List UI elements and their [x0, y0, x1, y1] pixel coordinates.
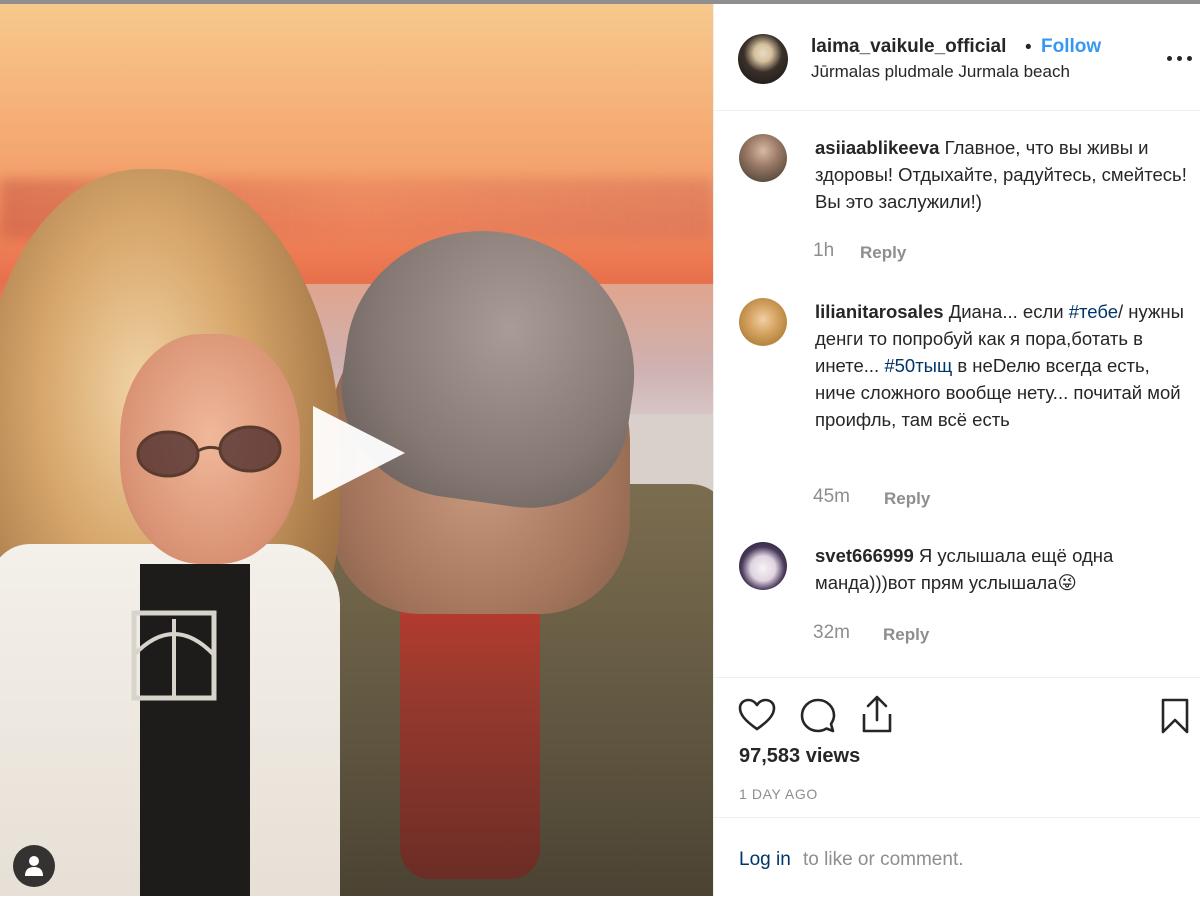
reply-button[interactable]: Reply — [860, 243, 906, 263]
comment-time: 45m — [813, 486, 850, 507]
comment-bubble-icon[interactable] — [800, 698, 836, 734]
follow-button[interactable]: Follow — [1041, 36, 1101, 58]
commenter-username[interactable]: asiiaablikeeva — [815, 137, 939, 158]
person-icon[interactable] — [13, 845, 55, 887]
more-options-icon[interactable] — [1167, 46, 1193, 70]
emoji: 😜 — [1057, 572, 1077, 593]
necklace-pendant — [131, 610, 217, 701]
reply-button[interactable]: Reply — [884, 489, 930, 509]
header-separator: • — [1025, 37, 1032, 58]
login-link[interactable]: Log in — [739, 849, 791, 871]
post-header: laima_vaikule_official • Follow Jūrmalas… — [714, 4, 1200, 111]
comment-body: Диана... если — [948, 301, 1069, 322]
owner-avatar[interactable] — [738, 34, 788, 84]
view-count: 97,583 views — [739, 745, 861, 767]
location-link[interactable]: Jūrmalas pludmale Jurmala beach — [811, 62, 1070, 82]
commenter-avatar[interactable] — [739, 134, 787, 182]
post-actions: 97,583 views 1 DAY AGO Log in to like or… — [714, 677, 1200, 898]
owner-username-link[interactable]: laima_vaikule_official — [811, 36, 1006, 58]
share-icon[interactable] — [860, 694, 894, 734]
comment-time: 1h — [813, 240, 835, 261]
comment-text: svet666999 Я услышала ещё одна манда)))в… — [815, 542, 1195, 596]
commenter-avatar[interactable] — [739, 542, 787, 590]
login-prompt-text: to like or comment. — [803, 849, 964, 870]
comment-text: asiiaablikeeva Главное, что вы живы и зд… — [815, 134, 1195, 215]
reply-button[interactable]: Reply — [883, 625, 929, 645]
post-date: 1 DAY AGO — [739, 786, 818, 802]
sunglasses — [136, 425, 282, 478]
commenter-username[interactable]: svet666999 — [815, 545, 914, 566]
hashtag-link[interactable]: #тебе — [1069, 301, 1118, 322]
play-icon[interactable] — [313, 406, 405, 500]
heart-icon[interactable] — [738, 698, 776, 732]
login-prompt: Log in to like or comment. — [714, 817, 1200, 898]
bookmark-icon[interactable] — [1160, 698, 1190, 734]
commenter-username[interactable]: lilianitarosales — [815, 301, 944, 322]
hashtag-link[interactable]: #50тыщ — [884, 355, 952, 376]
post-sidebar: laima_vaikule_official • Follow Jūrmalas… — [713, 4, 1200, 896]
comment-text: lilianitarosales Диана... если #тебе/ ну… — [815, 298, 1195, 433]
comment-time: 32m — [813, 622, 850, 643]
post-video[interactable] — [0, 4, 713, 896]
commenter-avatar[interactable] — [739, 298, 787, 346]
